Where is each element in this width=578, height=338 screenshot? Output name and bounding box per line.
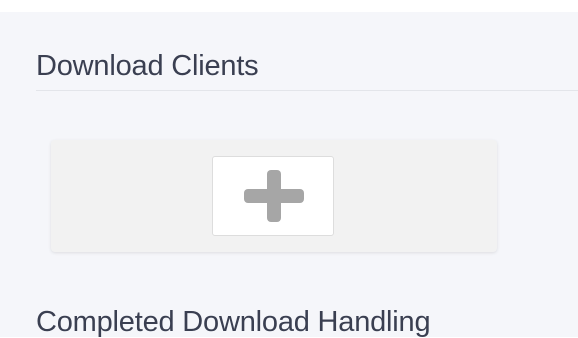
completed-download-handling-heading: Completed Download Handling — [36, 306, 431, 338]
add-download-client-button[interactable] — [212, 156, 334, 236]
section-divider — [36, 90, 578, 91]
plus-icon — [244, 170, 304, 222]
download-clients-heading: Download Clients — [36, 50, 259, 82]
download-clients-card — [51, 140, 497, 252]
